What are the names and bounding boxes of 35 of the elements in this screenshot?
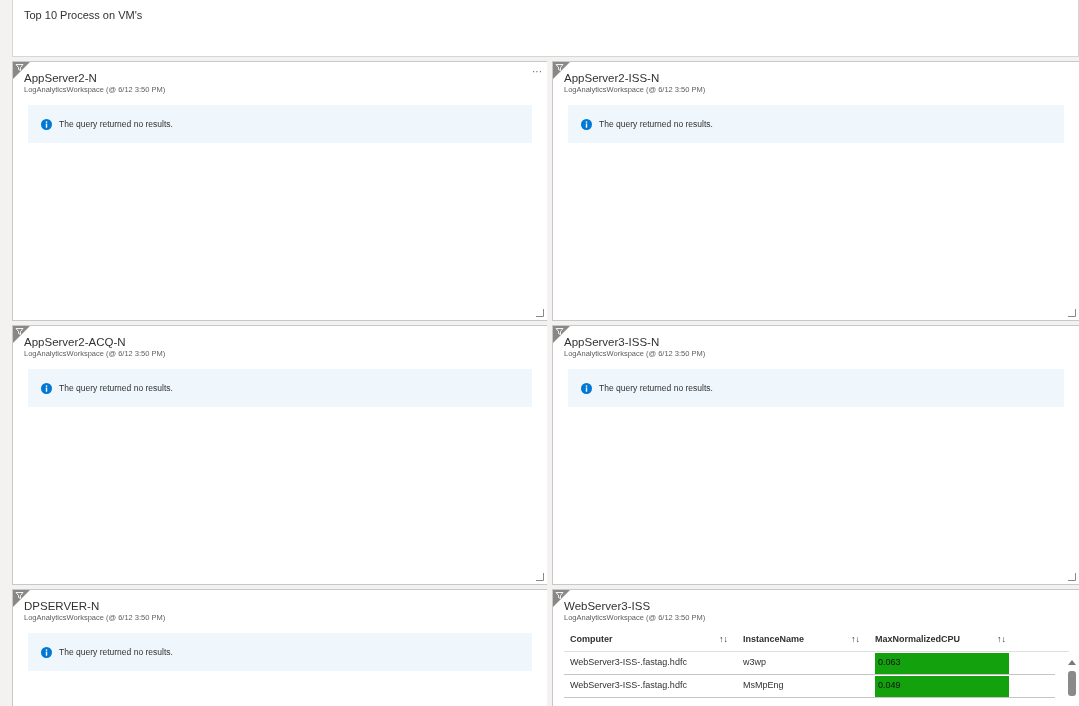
table-cell-text: w3wp xyxy=(743,656,767,670)
message-text: The query returned no results. xyxy=(59,117,173,131)
more-button[interactable]: ··· xyxy=(532,64,542,79)
table-cell-text: WebServer3-ISS-.fastag.hdfc xyxy=(570,679,688,693)
info-icon xyxy=(41,118,52,130)
message-text: The query returned no results. xyxy=(599,381,713,395)
message-text: The query returned no results. xyxy=(59,381,173,395)
info-icon xyxy=(581,382,592,394)
cpu-cell: 0.063 xyxy=(875,652,1009,674)
tile-title: AppServer2-ISS-N xyxy=(564,71,661,85)
tile-title: AppServer2-ACQ-N xyxy=(24,335,127,349)
resize-handle[interactable] xyxy=(1068,309,1076,317)
tile-title: DPSERVER-N xyxy=(24,599,101,613)
resize-handle[interactable] xyxy=(1068,573,1076,581)
info-icon xyxy=(581,118,592,130)
resize-handle[interactable] xyxy=(536,573,544,581)
table-cell-text: WebServer3-ISS-.fastag.hdfc xyxy=(570,656,688,670)
column-header[interactable]: Computer xyxy=(570,633,628,647)
column-header[interactable]: InstanceName xyxy=(743,633,820,647)
column-header[interactable]: MaxNormalizedCPU xyxy=(875,633,976,647)
resize-handle[interactable] xyxy=(536,309,544,317)
tile-title: AppServer3-ISS-N xyxy=(564,335,661,349)
info-icon xyxy=(41,382,52,394)
cpu-cell: 0.049 xyxy=(875,675,1009,697)
info-icon xyxy=(41,646,52,658)
scrollbar-thumb[interactable] xyxy=(1068,671,1076,696)
sort-icon[interactable]: ↑↓ xyxy=(851,633,860,647)
sort-icon[interactable]: ↑↓ xyxy=(997,633,1006,647)
dashboard-title: Top 10 Process on VM's xyxy=(24,9,143,21)
sort-icon[interactable]: ↑↓ xyxy=(719,633,728,647)
table-cell-text: MsMpEng xyxy=(743,679,785,693)
tile-title: WebServer3-ISS xyxy=(564,599,652,613)
message-text: The query returned no results. xyxy=(59,645,173,659)
message-text: The query returned no results. xyxy=(599,117,713,131)
scroll-up-arrow[interactable] xyxy=(1068,660,1076,665)
